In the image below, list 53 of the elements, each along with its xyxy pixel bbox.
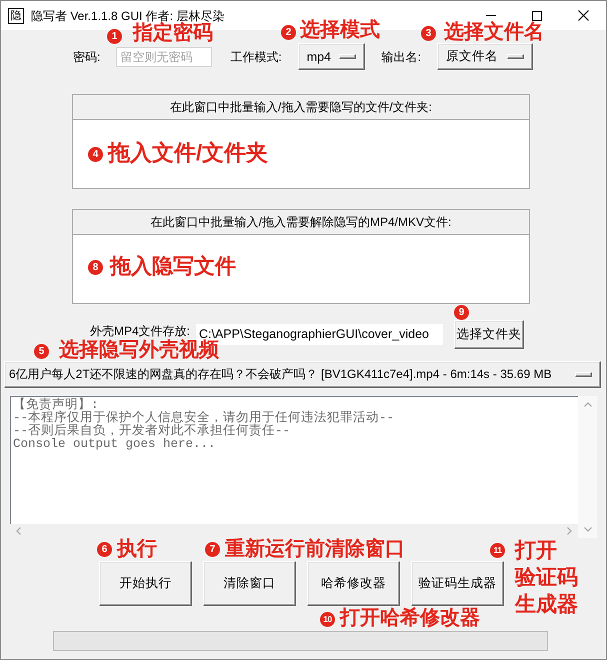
annotation-text: 指定密码 — [133, 23, 213, 44]
annotation-text: 选择模式 — [300, 20, 380, 41]
step-number: 3 — [421, 26, 436, 41]
cover-video-dropdown[interactable]: 6亿用户每人2T还不限速的网盘真的存在吗？不会破产吗？ [BV1GK411c7e4].mp4 - 6m:14s - 35.69 MB — [4, 361, 601, 388]
cover-folder-label: 外壳MP4文件存放: — [90, 324, 190, 338]
action-button[interactable]: 开始执行 — [99, 561, 192, 606]
output-name-dropdown[interactable]: 原文件名 — [437, 43, 534, 70]
file-drop-field[interactable] — [73, 119, 529, 188]
console-output[interactable]: 【免责声明】: --本程序仅用于保护个人信息安全，请勿用于任何违法犯罪活动-- --否则后果自负，开发者对此不承担任何责任-- Console output goes here... — [10, 396, 578, 524]
scroll-down-icon[interactable] — [584, 527, 592, 532]
annotation-text: 拖入隐写文件 — [110, 256, 236, 278]
vertical-scrollbar[interactable] — [578, 396, 597, 538]
console-text-line: Console output goes here... — [13, 438, 216, 451]
annotation-text: 打开哈希修改器 — [340, 608, 480, 629]
step-number: 10 — [320, 612, 335, 627]
mode-dropdown[interactable]: mp4 — [298, 43, 365, 70]
step-number: 7 — [205, 542, 220, 557]
choose-folder-button[interactable]: 选择文件夹 — [454, 320, 524, 349]
annotation-text: 生成器 — [515, 594, 578, 616]
annotation-text: 选择文件名 — [444, 22, 544, 43]
scroll-up-icon[interactable] — [584, 402, 592, 407]
app-logo: 隐 — [8, 8, 24, 24]
annotation-text: 打开 — [515, 540, 557, 562]
action-button[interactable]: 验证码生成器 — [411, 561, 504, 606]
maximize-icon[interactable] — [532, 10, 542, 20]
mode-label: 工作模式: — [230, 50, 282, 64]
step-number: 1 — [107, 29, 122, 44]
password-label: 密码: — [73, 50, 100, 64]
console-text-line: --否则后果自负，开发者对此不承担任何责任-- — [13, 425, 290, 438]
scroll-right-icon[interactable] — [567, 527, 572, 535]
annotation-text: 执行 — [117, 539, 157, 560]
drop-area-label: 在此窗口中批量输入/拖入需要解除隐写的MP4/MKV文件: — [150, 215, 452, 229]
dropdown-indicator-icon — [338, 54, 356, 59]
step-number: 11 — [490, 543, 505, 558]
close-icon[interactable] — [578, 10, 588, 21]
drop-area-label: 在此窗口中批量输入/拖入需要隐写的文件/文件夹: — [170, 100, 432, 114]
dropdown-indicator-icon — [507, 54, 524, 59]
scroll-left-icon[interactable] — [16, 527, 21, 535]
console-text-line: --本程序仅用于保护个人信息安全，请勿用于任何违法犯罪活动-- — [13, 412, 394, 425]
annotation-text: 重新运行前清除窗口 — [225, 539, 405, 560]
action-button[interactable]: 哈希修改器 — [307, 561, 400, 606]
annotation-text: 拖入文件/文件夹 — [108, 141, 268, 164]
step-number: 6 — [97, 542, 112, 557]
window-title: 隐写者 Ver.1.1.8 GUI 作者: 层林尽染 — [31, 8, 224, 22]
step-number: 2 — [281, 25, 296, 40]
console-text-line: 【免责声明】: — [13, 399, 99, 412]
step-number: 9 — [454, 305, 469, 320]
file-drop-field[interactable] — [73, 234, 529, 303]
dropdown-indicator-icon — [575, 372, 592, 377]
annotation-text: 验证码 — [515, 567, 578, 590]
output-name-label: 输出名: — [382, 50, 422, 64]
step-number: 5 — [34, 344, 49, 359]
action-button[interactable]: 清除窗口 — [203, 561, 296, 606]
